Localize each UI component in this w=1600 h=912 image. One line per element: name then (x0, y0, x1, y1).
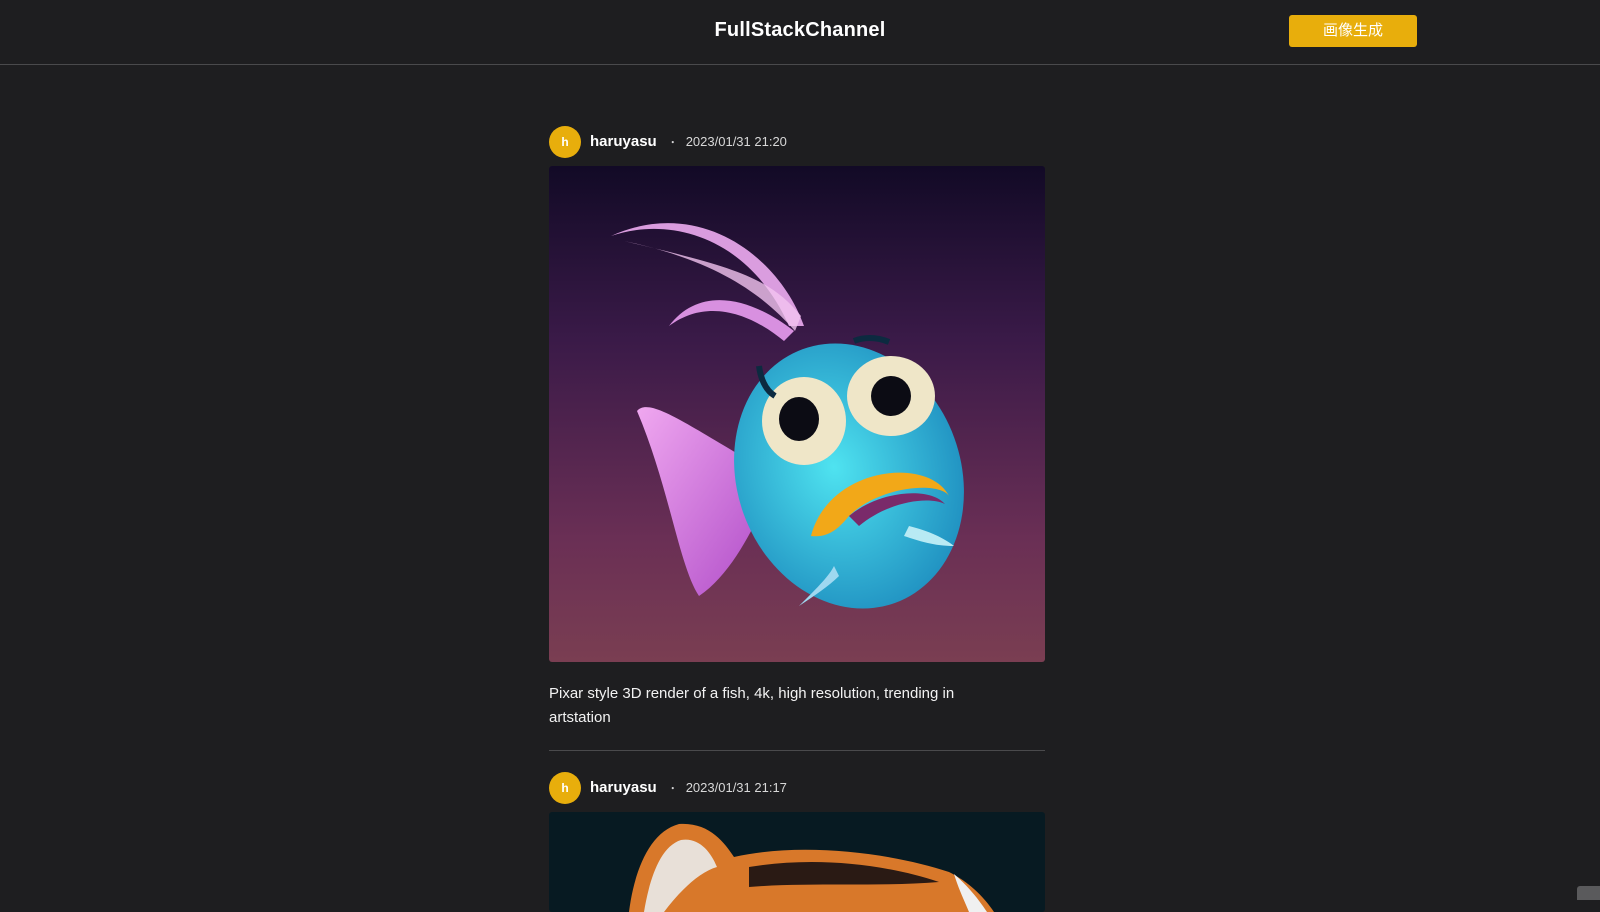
post-header: h haruyasu ・ 2023/01/31 21:20 (549, 125, 1045, 158)
generate-image-button[interactable]: 画像生成 (1289, 15, 1417, 47)
post-card: h haruyasu ・ 2023/01/31 21:17 (549, 771, 1045, 912)
post-divider (549, 750, 1045, 751)
username[interactable]: haruyasu (590, 779, 657, 796)
post-card: h haruyasu ・ 2023/01/31 21:20 Pixar styl… (549, 125, 1045, 751)
post-header: h haruyasu ・ 2023/01/31 21:17 (549, 771, 1045, 804)
post-timestamp: 2023/01/31 21:17 (685, 780, 787, 795)
separator-dot: ・ (667, 138, 678, 149)
corner-widget[interactable] (1577, 886, 1600, 900)
post-image[interactable] (549, 166, 1045, 662)
separator-dot: ・ (667, 784, 678, 795)
avatar[interactable]: h (549, 125, 581, 158)
site-header: FullStackChannel 画像生成 (0, 0, 1600, 65)
post-image[interactable] (549, 812, 1045, 912)
username[interactable]: haruyasu (590, 133, 657, 150)
post-timestamp: 2023/01/31 21:20 (685, 134, 787, 149)
post-feed: h haruyasu ・ 2023/01/31 21:20 Pixar styl… (549, 125, 1045, 912)
avatar[interactable]: h (549, 771, 581, 804)
post-caption: Pixar style 3D render of a fish, 4k, hig… (549, 685, 955, 726)
fish-image-illustration (549, 166, 1045, 662)
animal-image-illustration (549, 812, 1045, 912)
